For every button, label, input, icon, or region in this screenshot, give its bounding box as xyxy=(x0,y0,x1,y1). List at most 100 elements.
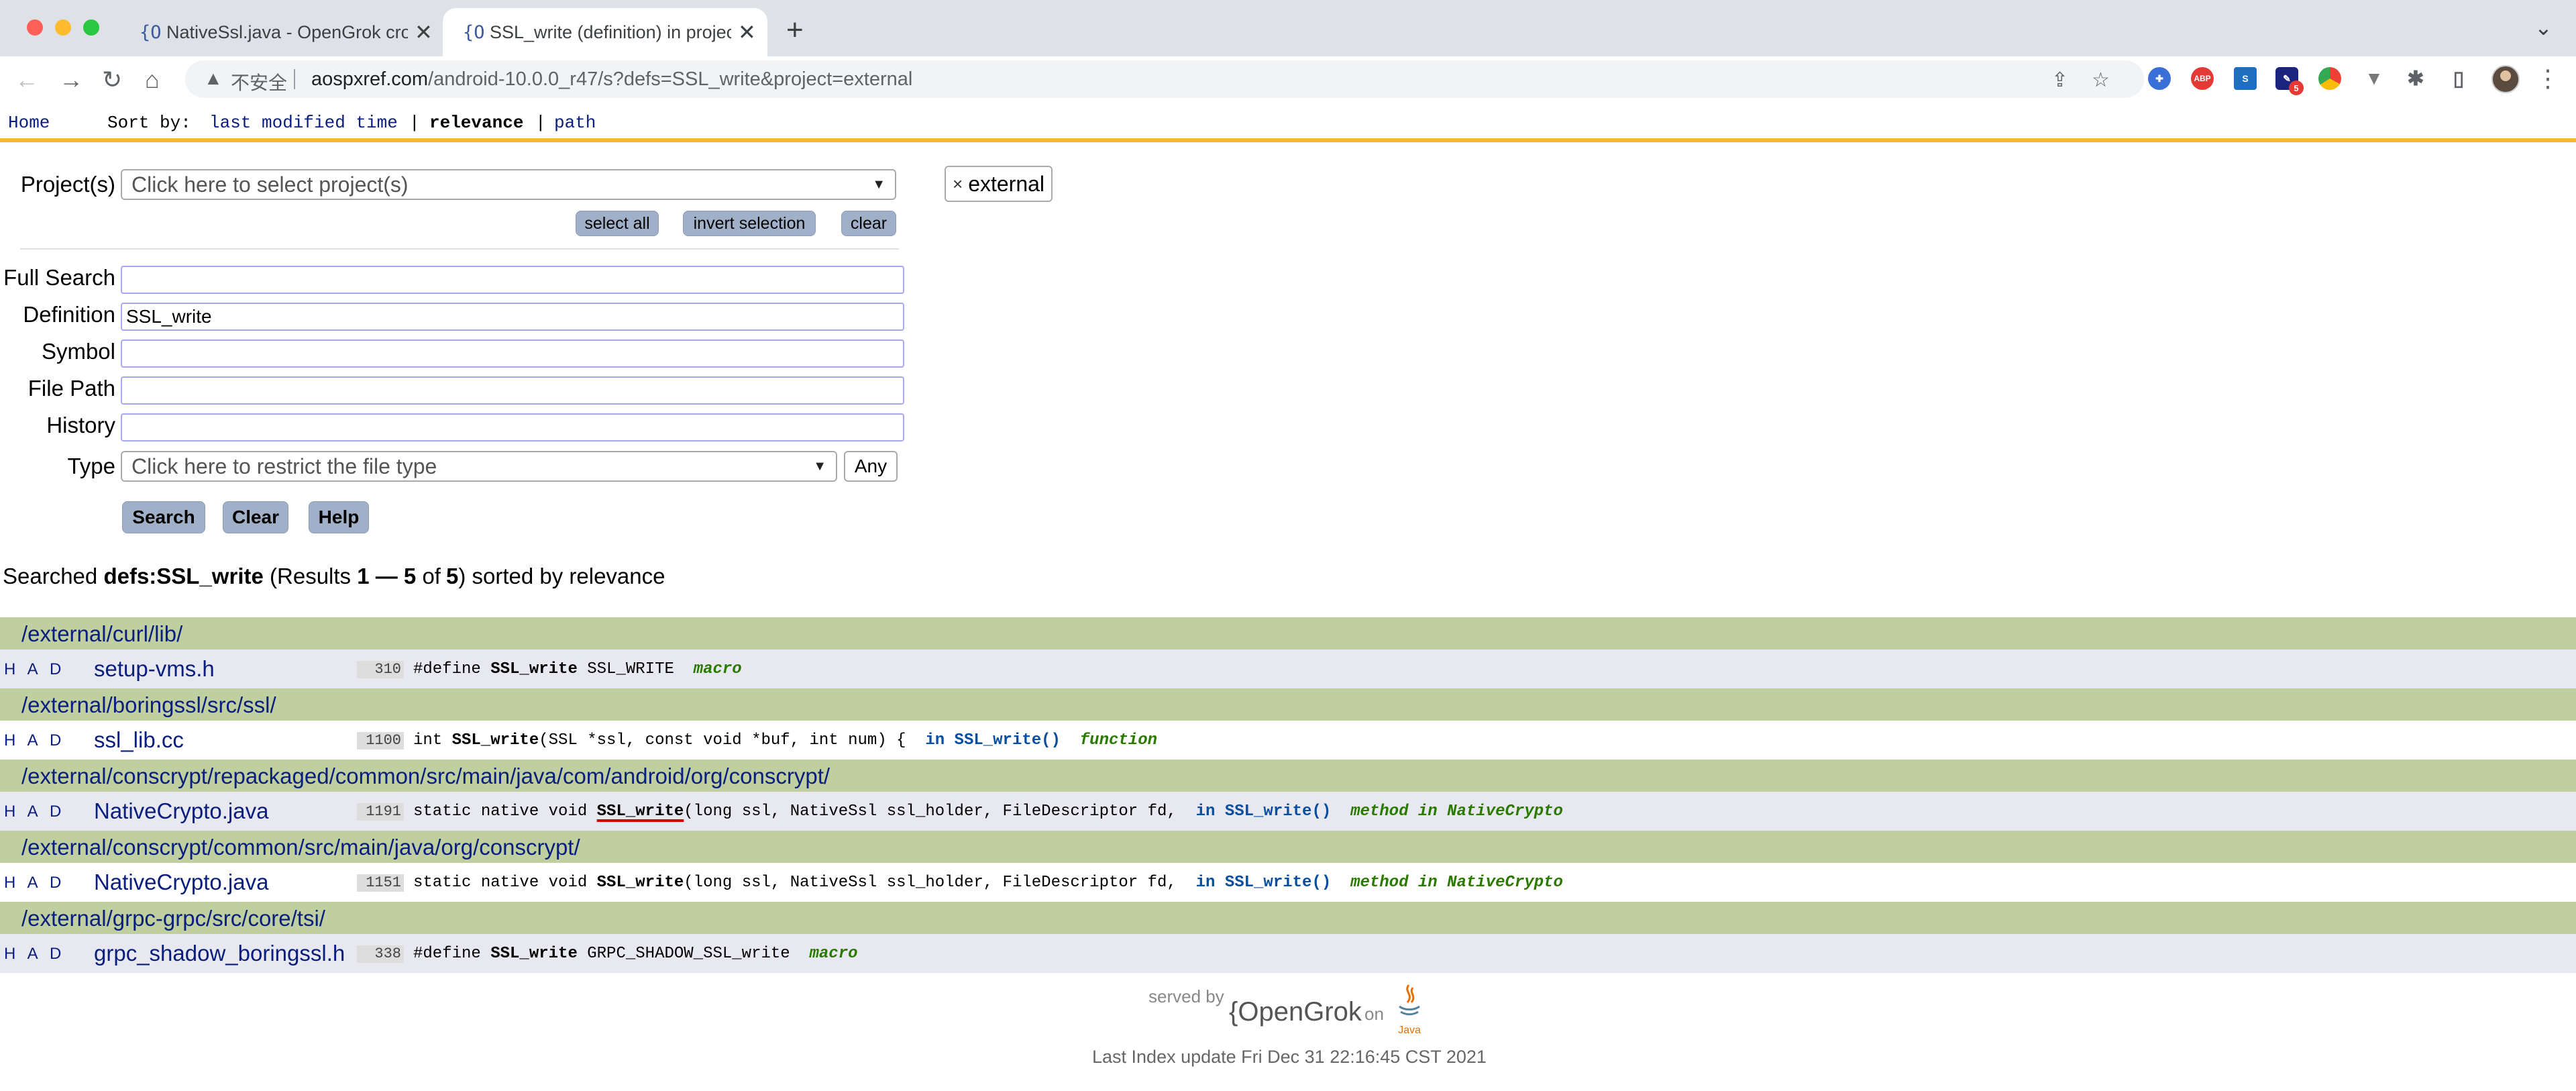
served-by-label: served by xyxy=(1148,986,1224,1006)
help-button[interactable]: Help xyxy=(309,501,369,533)
result-row: H A D NativeCrypto.java 1191 static nati… xyxy=(0,792,2576,831)
directory-link[interactable]: /external/conscrypt/repackaged/common/sr… xyxy=(21,764,830,789)
line-number-link[interactable]: 1100 xyxy=(357,732,404,749)
clear-projects-button[interactable]: clear xyxy=(841,211,896,236)
line-number-link[interactable]: 338 xyxy=(357,945,404,963)
invert-selection-button[interactable]: invert selection xyxy=(683,211,816,236)
definition-kind: macro xyxy=(809,945,858,963)
tab-ssl-write[interactable]: {O SSL_write (definition) in projec ✕ xyxy=(443,8,767,56)
sort-path-link[interactable]: path xyxy=(554,113,596,133)
scope-link[interactable]: in SSL_write() xyxy=(1196,874,1332,892)
definition-kind: method in NativeCrypto xyxy=(1350,802,1563,821)
code-symbol: SSL_write xyxy=(490,660,578,678)
opengrok-logo[interactable]: {OpenGrok xyxy=(1229,997,1362,1027)
sort-last-modified-link[interactable]: last modified time xyxy=(209,113,398,133)
sort-relevance-current: relevance xyxy=(429,113,524,133)
share-icon[interactable]: ⇪ xyxy=(2051,68,2068,92)
close-tab-icon[interactable]: ✕ xyxy=(415,19,433,45)
warning-icon[interactable]: ▲ xyxy=(204,68,223,89)
definition-kind: function xyxy=(1079,731,1157,749)
forward-icon[interactable]: → xyxy=(59,66,83,94)
any-type-button[interactable]: Any xyxy=(844,451,898,482)
history-annotate-download-links[interactable]: H A D xyxy=(4,660,65,679)
code-snippet[interactable]: static native void SSL_write(long ssl, N… xyxy=(413,802,1563,821)
code-post: (long ssl, NativeSsl ssl_holder, FileDes… xyxy=(684,874,1196,892)
remove-project-icon[interactable]: × xyxy=(953,174,963,195)
url-text[interactable]: aospxref.com/android-10.0.0_r47/s?defs=S… xyxy=(311,68,912,91)
code-snippet[interactable]: int SSL_write(SSL *ssl, const void *buf,… xyxy=(413,731,1157,749)
line-number-link[interactable]: 1151 xyxy=(357,874,404,892)
line-number-link[interactable]: 1191 xyxy=(357,803,404,821)
full-search-input[interactable] xyxy=(121,266,904,294)
home-link[interactable]: Home xyxy=(8,113,50,133)
directory-link[interactable]: /external/conscrypt/common/src/main/java… xyxy=(21,835,580,860)
back-icon[interactable]: ← xyxy=(15,66,39,94)
search-button[interactable]: Search xyxy=(122,501,205,533)
maximize-window-icon[interactable] xyxy=(83,19,99,36)
history-annotate-download-links[interactable]: H A D xyxy=(4,731,65,750)
project-select[interactable]: Click here to select project(s) ▼ xyxy=(121,169,896,200)
directory-link[interactable]: /external/boringssl/src/ssl/ xyxy=(21,692,276,718)
code-snippet[interactable]: #define SSL_write SSL_WRITE macro xyxy=(413,660,742,678)
result-directory-row: /external/grpc-grpc/src/core/tsi/ xyxy=(0,902,2576,934)
last-index-update: Last Index update Fri Dec 31 22:16:45 CS… xyxy=(1092,1047,1487,1067)
star-icon[interactable]: ☆ xyxy=(2092,68,2110,92)
directory-link[interactable]: /external/curl/lib/ xyxy=(21,621,182,647)
history-input[interactable] xyxy=(121,413,904,441)
symbol-input[interactable] xyxy=(121,340,904,368)
tab-nativessl[interactable]: {O NativeSsl.java - OpenGrok cros ✕ xyxy=(119,8,441,56)
file-path-input[interactable] xyxy=(121,376,904,405)
minimize-window-icon[interactable] xyxy=(55,19,71,36)
result-file-link[interactable]: grpc_shadow_boringssl.h xyxy=(94,941,345,966)
result-file-link[interactable]: ssl_lib.cc xyxy=(94,727,184,753)
java-logo-icon[interactable]: Java xyxy=(1393,982,1426,1039)
adblock-plus-icon[interactable]: ABP xyxy=(2191,67,2214,90)
result-file-link[interactable]: NativeCrypto.java xyxy=(94,798,268,824)
extension-badge: 5 xyxy=(2289,81,2304,95)
extension-translate-icon[interactable]: ✚ xyxy=(2148,67,2171,90)
home-icon[interactable]: ⌂ xyxy=(145,66,160,94)
code-snippet[interactable]: #define SSL_write GRPC_SHADOW_SSL_write … xyxy=(413,945,858,963)
history-annotate-download-links[interactable]: H A D xyxy=(4,874,65,892)
insecure-label[interactable]: 不安全 xyxy=(231,68,287,95)
summary-to: 5 xyxy=(403,564,417,588)
code-pre: static native void xyxy=(413,802,597,821)
extension-s-icon[interactable]: S xyxy=(2234,67,2257,90)
address-separator xyxy=(294,69,295,89)
close-tab-icon[interactable]: ✕ xyxy=(738,19,756,45)
summary-dash: — xyxy=(375,564,398,588)
close-window-icon[interactable] xyxy=(27,19,43,36)
new-tab-button[interactable]: + xyxy=(786,13,804,47)
tab-title: NativeSsl.java - OpenGrok cros xyxy=(166,21,408,42)
selected-project-chip[interactable]: × external xyxy=(945,166,1053,202)
history-annotate-download-links[interactable]: H A D xyxy=(4,802,65,821)
result-file-link[interactable]: setup-vms.h xyxy=(94,656,215,682)
code-symbol: SSL_write xyxy=(596,802,684,821)
clear-button[interactable]: Clear xyxy=(223,501,288,533)
summary-total: 5 xyxy=(445,564,459,588)
code-snippet[interactable]: static native void SSL_write(long ssl, N… xyxy=(413,874,1563,892)
sort-by-label: Sort by: xyxy=(107,113,191,133)
definition-input[interactable]: SSL_write xyxy=(121,303,904,331)
line-number-link[interactable]: 310 xyxy=(357,661,404,678)
color-picker-icon[interactable] xyxy=(2318,67,2341,90)
code-pre: int xyxy=(413,731,452,749)
history-annotate-download-links[interactable]: H A D xyxy=(4,945,65,964)
directory-link[interactable]: /external/grpc-grpc/src/core/tsi/ xyxy=(21,906,325,931)
scope-link[interactable]: in SSL_write() xyxy=(925,731,1061,749)
select-all-button[interactable]: select all xyxy=(576,211,659,236)
result-file-link[interactable]: NativeCrypto.java xyxy=(94,870,268,895)
sidepanel-icon[interactable]: ▯ xyxy=(2447,67,2470,90)
tab-search-icon[interactable]: ⌄ xyxy=(2534,15,2553,40)
reload-icon[interactable]: ↻ xyxy=(102,66,122,94)
puzzle-icon[interactable]: ✱ xyxy=(2404,67,2427,90)
type-select[interactable]: Click here to restrict the file type ▼ xyxy=(121,451,837,482)
scope-link[interactable]: in SSL_write() xyxy=(1196,802,1332,821)
vue-devtools-icon[interactable]: ▼ xyxy=(2363,67,2385,90)
definition-label: Definition xyxy=(23,302,115,327)
address-bar[interactable]: ▲ 不安全 aospxref.com/android-10.0.0_r47/s?… xyxy=(185,60,2144,98)
code-post: (SSL *ssl, const void *buf, int num) { xyxy=(539,731,926,749)
avatar[interactable] xyxy=(2491,65,2520,93)
kebab-icon[interactable]: ⋮ xyxy=(2536,64,2560,93)
tab-title: SSL_write (definition) in projec xyxy=(490,21,731,42)
